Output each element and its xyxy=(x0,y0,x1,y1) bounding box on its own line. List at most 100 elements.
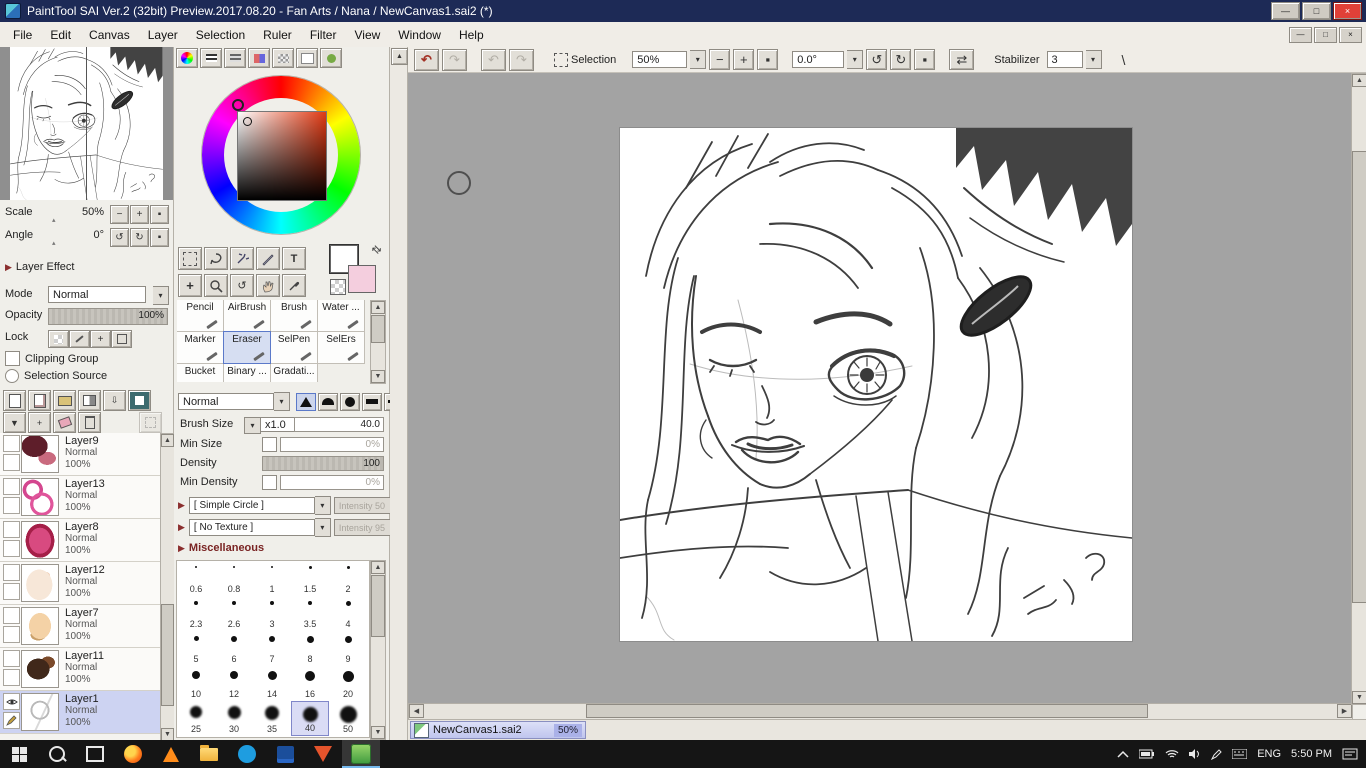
delete-layer-button[interactable] xyxy=(78,412,101,433)
tool-selpen-button[interactable]: SelPen xyxy=(270,331,318,364)
brush-blend-dropdown-arrow[interactable]: ▾ xyxy=(274,392,290,411)
brush-size-4[interactable]: 4 xyxy=(329,596,367,631)
notification-icon[interactable] xyxy=(1342,748,1358,760)
brush-size-2.6[interactable]: 2.6 xyxy=(215,596,253,631)
brush-size-30[interactable]: 30 xyxy=(215,701,253,736)
text-tool-button[interactable]: T xyxy=(282,247,306,270)
rotation-dropdown[interactable]: 0.0° xyxy=(792,51,845,68)
menu-item-edit[interactable]: Edit xyxy=(41,28,80,42)
taskbar-skype-button[interactable] xyxy=(228,740,266,768)
canvas-document[interactable] xyxy=(620,128,1132,641)
layer-thumbnail[interactable] xyxy=(21,564,59,602)
layer-thumbnail[interactable] xyxy=(21,478,59,516)
brush-tip-2-button[interactable] xyxy=(318,392,338,411)
brush-size-8[interactable]: 8 xyxy=(291,631,329,666)
document-tab[interactable]: NewCanvas1.sai2 50% xyxy=(410,721,586,739)
scroll-right-arrow-icon[interactable]: ▶ xyxy=(1337,704,1352,718)
saturation-value-square[interactable] xyxy=(237,111,327,201)
history-forward-button[interactable]: ↷ xyxy=(509,48,534,71)
scroll-up-arrow-icon[interactable]: ▲ xyxy=(371,561,385,574)
navigator[interactable] xyxy=(0,47,173,200)
wifi-icon[interactable] xyxy=(1165,749,1179,759)
taskbar-vlc-button[interactable] xyxy=(152,740,190,768)
brush-size-14[interactable]: 14 xyxy=(253,666,291,701)
scale-slider-caret[interactable]: ▴ xyxy=(52,216,56,224)
taskbar-firefox-button[interactable] xyxy=(114,740,152,768)
layer-row-layer9[interactable]: Layer9 Normal 100% xyxy=(0,433,160,476)
tool-water-button[interactable]: Water ... xyxy=(317,300,365,332)
child-minimize-button[interactable]: — xyxy=(1289,26,1312,43)
layer-visibility-toggle[interactable] xyxy=(3,693,20,710)
tool-binary-button[interactable]: Binary ... xyxy=(223,363,271,382)
menu-item-layer[interactable]: Layer xyxy=(139,28,187,42)
hsv-sliders-tab[interactable] xyxy=(224,48,246,68)
layer-thumbnail[interactable] xyxy=(21,521,59,559)
brush-size-unit-arrow[interactable]: ▾ xyxy=(244,417,261,434)
taskbar-sai-button[interactable] xyxy=(342,740,380,768)
lock-position-button[interactable]: + xyxy=(90,330,111,348)
clipping-group-checkbox[interactable] xyxy=(5,351,20,366)
selection-source-row[interactable]: Selection Source xyxy=(5,369,107,383)
color-history-tab[interactable] xyxy=(320,48,342,68)
menu-item-help[interactable]: Help xyxy=(450,28,493,42)
undo-button[interactable]: ↶ xyxy=(414,48,439,71)
color-wheel-tab[interactable] xyxy=(176,48,198,68)
layer-visibility-toggle[interactable] xyxy=(3,521,20,538)
child-restore-button[interactable]: □ xyxy=(1314,26,1337,43)
tool-gradati-button[interactable]: Gradati... xyxy=(270,363,318,382)
stabilizer-dropdown-arrow[interactable]: ▾ xyxy=(1085,50,1102,69)
brush-shape-dropdown-arrow[interactable]: ▾ xyxy=(314,496,331,515)
swatches-tab[interactable] xyxy=(272,48,294,68)
transparent-color-swatch[interactable] xyxy=(330,279,346,295)
min-size-checkbox[interactable] xyxy=(262,437,277,452)
layer-row-layer8[interactable]: Layer8 Normal 100% xyxy=(0,519,160,562)
hidden-icons-chevron[interactable] xyxy=(1117,750,1129,758)
layer-row-layer7[interactable]: Layer7 Normal 100% xyxy=(0,605,160,648)
task-view-button[interactable] xyxy=(76,740,114,768)
lock-transparency-button[interactable] xyxy=(48,330,69,348)
zoom-dropdown[interactable]: 50% xyxy=(632,51,688,68)
new-linework-layer-button[interactable] xyxy=(28,390,51,411)
miscellaneous-header[interactable]: ▶ Miscellaneous xyxy=(178,542,264,554)
history-back-button[interactable]: ↶ xyxy=(481,48,506,71)
rotation-reset-button[interactable]: ▪ xyxy=(914,49,936,70)
tool-grid-scrollbar[interactable]: ▲ ▼ xyxy=(370,300,386,384)
layer-row-layer13[interactable]: Layer13 Normal 100% xyxy=(0,476,160,519)
brush-tip-1-button[interactable] xyxy=(296,392,316,411)
menu-item-canvas[interactable]: Canvas xyxy=(80,28,139,42)
tool-pencil-button[interactable]: Pencil xyxy=(177,300,224,332)
brush-size-16[interactable]: 16 xyxy=(291,666,329,701)
brush-size-3[interactable]: 3 xyxy=(253,596,291,631)
expand-icon[interactable]: ▶ xyxy=(178,500,185,511)
touch-keyboard-icon[interactable] xyxy=(1232,749,1248,759)
title-bar[interactable]: PaintTool SAI Ver.2 (32bit) Preview.2017… xyxy=(0,0,1366,22)
swap-colors-icon[interactable]: ⇄ xyxy=(369,242,385,257)
brush-shape-dropdown[interactable]: [ Simple Circle ] xyxy=(188,497,315,514)
zoom-reset-button[interactable]: ▪ xyxy=(150,205,169,224)
child-close-button[interactable]: × xyxy=(1339,26,1362,43)
marquee-tool-button[interactable] xyxy=(178,247,202,270)
rotate-ccw-button[interactable]: ↺ xyxy=(866,49,888,70)
layer-row-layer1[interactable]: Layer1 Normal 100% xyxy=(0,691,160,734)
layer-thumbnail[interactable] xyxy=(21,607,59,645)
layer-edit-toggle[interactable] xyxy=(3,540,20,557)
layer-edit-toggle[interactable] xyxy=(3,626,20,643)
menu-item-view[interactable]: View xyxy=(345,28,389,42)
tool-selers-button[interactable]: SelErs xyxy=(317,331,365,364)
stabilizer-dropdown[interactable]: 3 xyxy=(1046,51,1083,68)
new-layer-button[interactable] xyxy=(3,390,26,411)
brush-size-10[interactable]: 10 xyxy=(177,666,215,701)
layer-row-layer12[interactable]: Layer12 Normal 100% xyxy=(0,562,160,605)
magic-wand-tool-button[interactable] xyxy=(230,247,254,270)
density-slider[interactable]: 100 xyxy=(262,456,384,471)
scroll-up-arrow-icon[interactable]: ▲ xyxy=(371,301,385,314)
rgb-sliders-tab[interactable] xyxy=(200,48,222,68)
zoom-out-button[interactable]: − xyxy=(709,49,731,70)
start-button[interactable] xyxy=(0,740,38,768)
min-size-slider[interactable]: 0% xyxy=(280,437,384,452)
scroll-down-arrow-icon[interactable]: ▼ xyxy=(371,370,385,383)
layer-effect-header[interactable]: ▶ Layer Effect xyxy=(5,261,74,273)
zoom-reset-button[interactable]: ▪ xyxy=(757,49,779,70)
brush-texture-dropdown-arrow[interactable]: ▾ xyxy=(314,518,331,537)
zoom-tool-button[interactable] xyxy=(204,274,228,297)
